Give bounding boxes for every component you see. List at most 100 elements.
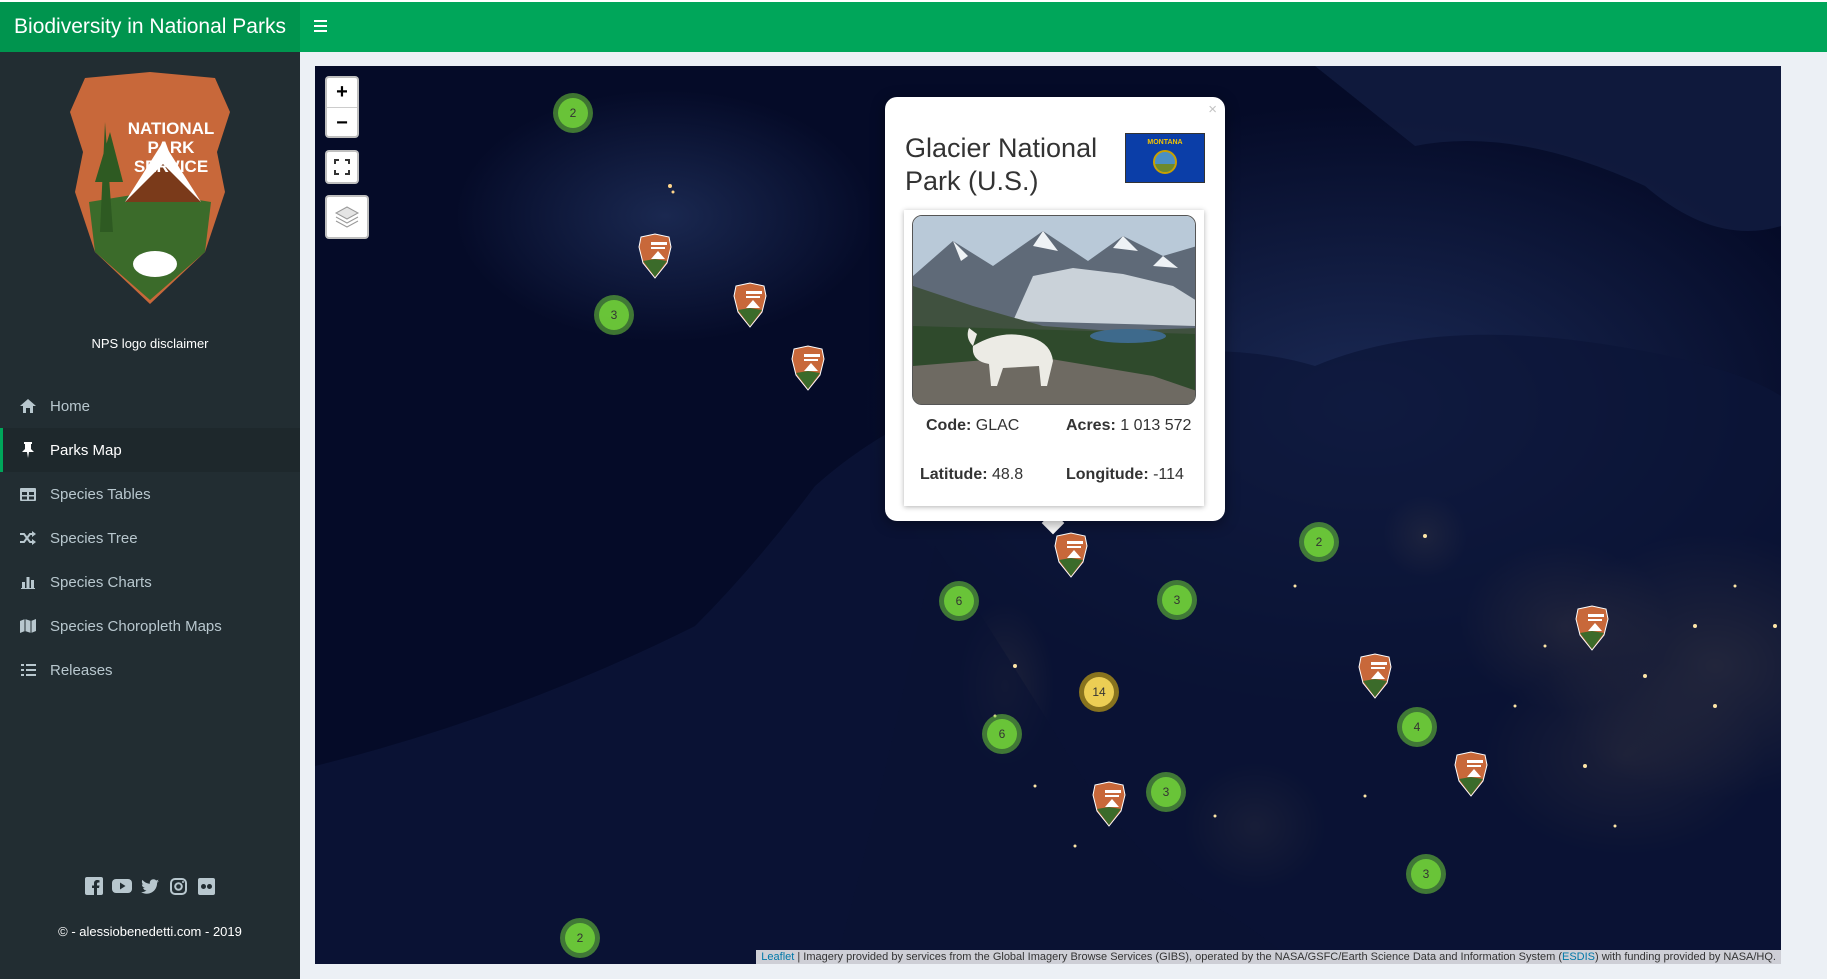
cluster-count: 2 — [565, 923, 595, 953]
park-marker[interactable] — [790, 345, 826, 391]
sidebar-item-label: Home — [50, 397, 91, 415]
sidebar-item-species-tables[interactable]: Species Tables — [0, 472, 300, 516]
sidebar: NATIONAL PARK SERVICE NPS logo disclaime… — [0, 52, 300, 979]
park-popup: × Glacier National Park (U.S.) MONTANA C… — [885, 97, 1225, 521]
marker-cluster[interactable]: 2 — [1299, 522, 1339, 562]
latitude-field: Latitude: 48.8 — [920, 466, 1023, 484]
cluster-count: 3 — [1162, 585, 1192, 615]
attribution-text-1: | Imagery provided by services from the … — [794, 951, 1562, 963]
zoom-out-button[interactable]: − — [327, 108, 357, 138]
sidebar-item-releases[interactable]: Releases — [0, 648, 300, 692]
logo-disclaimer-link[interactable]: NPS logo disclaimer — [0, 336, 300, 351]
acres-label: Acres: — [1066, 417, 1116, 434]
popup-title: Glacier National Park (U.S.) — [905, 133, 1098, 196]
popup-close-button[interactable]: × — [1208, 101, 1217, 118]
sidebar-item-label: Species Choropleth Maps — [50, 617, 222, 635]
nps-logo: NATIONAL PARK SERVICE — [70, 72, 230, 304]
marker-cluster[interactable]: 3 — [1406, 854, 1446, 894]
cluster-count: 3 — [599, 300, 629, 330]
cluster-count: 3 — [1151, 777, 1181, 807]
home-icon — [16, 399, 40, 413]
code-field: Code: GLAC — [926, 417, 1019, 435]
park-marker[interactable] — [732, 282, 768, 328]
youtube-icon[interactable] — [112, 876, 132, 896]
acres-value: 1 013 572 — [1120, 417, 1192, 434]
park-photo — [912, 215, 1196, 405]
acres-field: Acres: 1 013 572 — [1066, 417, 1191, 435]
park-marker[interactable] — [637, 233, 673, 279]
header-bar — [300, 2, 1827, 52]
marker-cluster[interactable]: 2 — [560, 918, 600, 958]
map-attribution: Leaflet | Imagery provided by services f… — [756, 950, 1781, 964]
facebook-icon[interactable] — [84, 876, 104, 896]
marker-cluster[interactable]: 2 — [553, 93, 593, 133]
esdis-link[interactable]: ESDIS — [1562, 951, 1595, 963]
cluster-count: 4 — [1402, 712, 1432, 742]
cluster-count: 6 — [944, 586, 974, 616]
zoom-control: + − — [325, 76, 359, 138]
cluster-count: 14 — [1084, 677, 1114, 707]
code-label: Code: — [926, 417, 972, 434]
sidebar-item-label: Releases — [50, 661, 113, 679]
code-value: GLAC — [975, 417, 1020, 434]
marker-cluster[interactable]: 4 — [1397, 707, 1437, 747]
marker-cluster[interactable]: 6 — [939, 581, 979, 621]
marker-cluster[interactable]: 14 — [1079, 672, 1119, 712]
twitter-icon[interactable] — [140, 876, 160, 896]
sidebar-item-species-charts[interactable]: Species Charts — [0, 560, 300, 604]
logo-text-1: NATIONAL — [128, 119, 215, 138]
marker-cluster[interactable]: 3 — [1146, 772, 1186, 812]
park-marker[interactable] — [1357, 653, 1393, 699]
leaflet-link[interactable]: Leaflet — [761, 951, 794, 963]
marker-cluster[interactable]: 3 — [594, 295, 634, 335]
park-marker[interactable] — [1574, 605, 1610, 651]
cluster-count: 3 — [1411, 859, 1441, 889]
marker-cluster[interactable]: 3 — [1157, 580, 1197, 620]
pin-icon — [16, 442, 40, 458]
social-links — [0, 876, 300, 896]
map-icon — [16, 619, 40, 633]
latitude-label: Latitude: — [920, 466, 988, 483]
sidebar-item-species-choropleth-maps[interactable]: Species Choropleth Maps — [0, 604, 300, 648]
logo-text-3: SERVICE — [134, 157, 208, 176]
random-icon — [16, 531, 40, 545]
park-marker[interactable] — [1453, 751, 1489, 797]
logo-text-2: PARK — [148, 138, 196, 157]
zoom-in-button[interactable]: + — [327, 78, 357, 108]
table-icon — [16, 487, 40, 501]
attribution-text-2: ) with funding provided by NASA/HQ. — [1595, 951, 1776, 963]
longitude-value: -114 — [1153, 466, 1184, 483]
state-flag-image: MONTANA — [1125, 133, 1205, 183]
app-title-text: Biodiversity in National Parks — [14, 15, 286, 38]
layers-control[interactable] — [325, 195, 369, 239]
popup-card: Code: GLAC Acres: 1 013 572 Latitude: 48… — [904, 210, 1204, 506]
sidebar-item-home[interactable]: Home — [0, 384, 300, 428]
park-marker-glacier[interactable] — [1053, 532, 1089, 578]
bar-chart-icon — [16, 575, 40, 589]
instagram-icon[interactable] — [168, 876, 188, 896]
marker-cluster[interactable]: 6 — [982, 714, 1022, 754]
sidebar-item-label: Parks Map — [50, 441, 122, 459]
sidebar-toggle-icon[interactable] — [314, 17, 332, 37]
layers-icon — [327, 197, 367, 237]
fullscreen-button[interactable] — [325, 150, 359, 184]
cluster-count: 2 — [1304, 527, 1334, 557]
flickr-icon[interactable] — [196, 876, 216, 896]
cluster-count: 2 — [558, 98, 588, 128]
flag-seal — [1153, 150, 1177, 174]
sidebar-item-parks-map[interactable]: Parks Map — [0, 428, 300, 472]
app-title[interactable]: Biodiversity in National Parks — [0, 2, 300, 52]
cluster-count: 6 — [987, 719, 1017, 749]
latitude-value: 48.8 — [992, 466, 1024, 483]
sidebar-item-species-tree[interactable]: Species Tree — [0, 516, 300, 560]
flag-text: MONTANA — [1147, 139, 1183, 146]
longitude-field: Longitude: -114 — [1066, 466, 1184, 484]
sidebar-item-label: Species Charts — [50, 573, 152, 591]
longitude-label: Longitude: — [1066, 466, 1149, 483]
sidebar-item-label: Species Tree — [50, 529, 138, 547]
fullscreen-icon — [327, 152, 357, 182]
tasks-icon — [16, 663, 40, 677]
park-marker[interactable] — [1091, 781, 1127, 827]
sidebar-item-label: Species Tables — [50, 485, 151, 503]
sidebar-menu: Home Parks Map Species Tables Species Tr… — [0, 384, 300, 692]
